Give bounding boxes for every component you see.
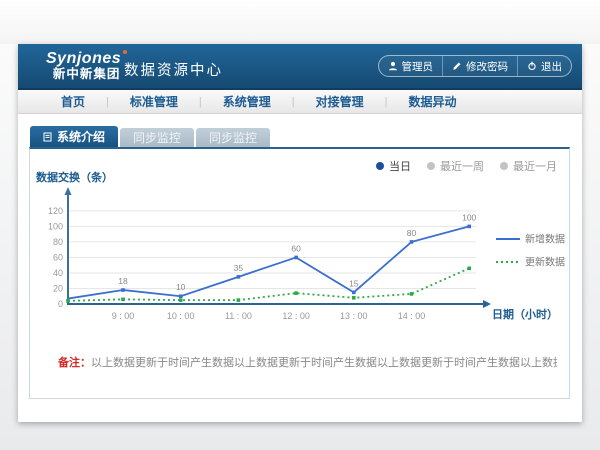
- svg-text:60: 60: [53, 252, 63, 262]
- exchange-chart: 0 20 40 60 80 100 120 9 : 00 10 : 00 11 : 00 12 : …: [30, 163, 571, 338]
- svg-text:9 : 00: 9 : 00: [112, 311, 135, 321]
- svg-text:12 : 00: 12 : 00: [282, 311, 310, 321]
- user-icon: [388, 61, 398, 71]
- nav-item-0[interactable]: 首页: [40, 93, 106, 110]
- app-window: Synjones 新中新集团 数据资源中心 管理员 修改密码 退出 首页|标准管理|…: [18, 44, 582, 422]
- user-menu-account[interactable]: 管理员: [379, 56, 443, 76]
- svg-text:100: 100: [462, 212, 476, 222]
- app-header: Synjones 新中新集团 数据资源中心 管理员 修改密码 退出: [18, 44, 582, 90]
- user-menu: 管理员 修改密码 退出: [378, 55, 573, 77]
- user-menu-logout[interactable]: 退出: [517, 56, 571, 76]
- svg-text:14 : 00: 14 : 00: [398, 311, 426, 321]
- svg-text:10 : 00: 10 : 00: [167, 311, 195, 321]
- svg-text:13 : 00: 13 : 00: [340, 311, 368, 321]
- svg-text:数据交换（条）: 数据交换（条）: [36, 170, 113, 184]
- svg-text:40: 40: [53, 268, 63, 278]
- power-icon: [527, 61, 537, 71]
- tab-1[interactable]: 同步监控: [120, 128, 194, 147]
- footnote-text: 以上数据更新于时间产生数据以上数据更新于时间产生数据以上数据更新于时间产生数据以…: [91, 357, 557, 369]
- tab-label: 同步监控: [133, 129, 181, 146]
- svg-text:10: 10: [176, 282, 186, 292]
- svg-text:15: 15: [349, 278, 359, 288]
- content-panel: 当日最近一周最近一月 0204060801001209 : 0010 : 001…: [29, 147, 570, 399]
- nav-item-2[interactable]: 系统管理: [202, 93, 292, 110]
- user-menu-change-password[interactable]: 修改密码: [442, 56, 517, 76]
- desktop-background: [0, 0, 600, 44]
- svg-text:80: 80: [53, 237, 63, 247]
- svg-text:60: 60: [291, 243, 301, 253]
- footnote: 备注：以上数据更新于时间产生数据以上数据更新于时间产生数据以上数据更新于时间产生…: [58, 354, 557, 370]
- svg-text:更新数据: 更新数据: [525, 256, 565, 269]
- screen: Synjones 新中新集团 数据资源中心 管理员 修改密码 退出 首页|标准管理|…: [0, 0, 600, 450]
- tab-2[interactable]: 同步监控: [196, 128, 270, 147]
- tab-0[interactable]: 系统介绍: [30, 126, 118, 147]
- page-title: 数据资源中心: [124, 59, 223, 80]
- edit-icon: [452, 61, 462, 71]
- user-menu-label: 退出: [541, 59, 562, 74]
- svg-text:日期（小时）: 日期（小时）: [492, 307, 558, 321]
- svg-text:80: 80: [407, 228, 417, 238]
- svg-text:20: 20: [53, 283, 63, 293]
- tab-label: 同步监控: [209, 129, 257, 146]
- logo-brand: Synjones: [46, 50, 127, 67]
- tab-label: 系统介绍: [57, 128, 105, 145]
- svg-text:18: 18: [118, 276, 128, 286]
- svg-text:35: 35: [234, 263, 244, 273]
- user-menu-label: 修改密码: [466, 59, 508, 74]
- logo: Synjones 新中新集团: [46, 50, 127, 82]
- logo-company: 新中新集团: [46, 67, 127, 82]
- nav-item-4[interactable]: 数据异动: [388, 93, 478, 110]
- svg-text:100: 100: [48, 221, 63, 231]
- user-menu-label: 管理员: [402, 59, 434, 74]
- footnote-label: 备注：: [58, 357, 91, 369]
- nav-item-3[interactable]: 对接管理: [295, 93, 385, 110]
- svg-text:0: 0: [58, 299, 63, 309]
- tab-bar: 系统介绍 同步监控 同步监控: [30, 126, 270, 147]
- svg-text:120: 120: [48, 206, 63, 216]
- main-nav: 首页|标准管理|系统管理|对接管理|数据异动: [18, 90, 582, 114]
- svg-text:11 : 00: 11 : 00: [225, 311, 252, 321]
- document-icon: [43, 132, 52, 142]
- nav-item-1[interactable]: 标准管理: [109, 93, 199, 110]
- svg-text:新增数据: 新增数据: [525, 233, 565, 246]
